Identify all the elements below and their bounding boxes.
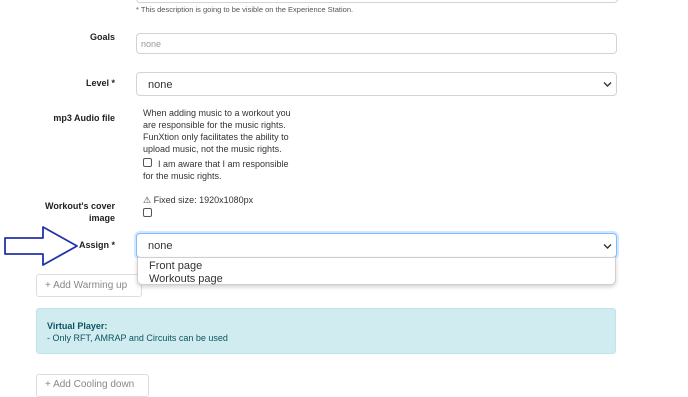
audio-notice-line: are responsible for the music rights. — [143, 120, 286, 130]
cover-label-line: image — [88, 213, 115, 223]
add-cooling-down-button[interactable]: + Add Cooling down — [36, 374, 149, 397]
assign-label: Assign * — [78, 240, 115, 250]
cover-image-checkbox[interactable] — [143, 208, 152, 217]
music-rights-label-2: for the music rights. — [143, 171, 222, 181]
goals-label: Goals — [89, 32, 115, 42]
goals-input[interactable]: none — [136, 33, 617, 54]
assign-option-workouts-page[interactable]: Workouts page — [149, 273, 223, 285]
add-warming-up-label: + Add Warming up — [45, 280, 128, 291]
cover-label: Workout's cover image — [20, 200, 115, 224]
music-rights-checkbox[interactable] — [143, 158, 152, 167]
audio-notice: When adding music to a workout you are r… — [143, 107, 343, 155]
level-value: none — [148, 79, 173, 91]
description-textarea[interactable] — [136, 0, 618, 3]
virtual-player-title: Virtual Player: — [47, 321, 108, 331]
description-note: * This description is going to be visibl… — [136, 5, 354, 14]
audio-label: mp3 Audio file — [53, 113, 115, 123]
cover-label-line: Workout's cover — [45, 201, 115, 211]
chevron-down-icon — [603, 82, 612, 87]
audio-notice-line: FunXtion only facilitates the ability to — [143, 132, 289, 142]
assign-dropdown-list: Front page Workouts page — [137, 257, 616, 285]
music-rights-label-1: I am aware that I am responsible — [158, 159, 289, 169]
assign-option-front-page[interactable]: Front page — [149, 260, 202, 272]
audio-notice-line: upload music, not the music rights. — [143, 144, 282, 154]
level-select[interactable]: none — [136, 72, 617, 96]
virtual-player-text: - Only RFT, AMRAP and Circuits can be us… — [47, 333, 228, 343]
add-warming-up-button[interactable]: + Add Warming up — [36, 274, 142, 297]
cover-size-note: ⚠ Fixed size: 1920x1080px — [143, 195, 254, 205]
audio-notice-line: When adding music to a workout you — [143, 108, 291, 118]
goals-placeholder: none — [141, 39, 162, 49]
level-label: Level * — [85, 78, 115, 88]
virtual-player-alert: Virtual Player: - Only RFT, AMRAP and Ci… — [36, 308, 616, 354]
assign-value: none — [148, 240, 173, 252]
assign-select[interactable]: none — [136, 233, 617, 258]
chevron-down-icon — [603, 244, 612, 249]
